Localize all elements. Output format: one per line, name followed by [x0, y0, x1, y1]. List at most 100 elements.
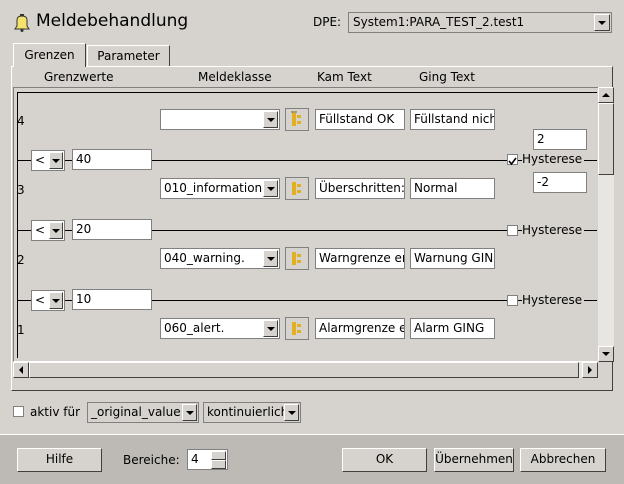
kam-text-input-1[interactable]: Alarmgrenze e [315, 318, 405, 339]
operator-select-2[interactable]: < [31, 220, 65, 241]
chevron-down-icon [52, 158, 60, 163]
hysterese-label-3: Hysterese [522, 293, 585, 307]
arrow-down-icon [602, 352, 610, 356]
scroll-right-button[interactable] [582, 362, 598, 378]
operator-value-3: < [35, 293, 46, 307]
limit-value-input-2[interactable]: 20 [72, 219, 152, 240]
range-index-1: 1 [17, 323, 25, 337]
ging-text-input-2[interactable]: Warnung GING [410, 248, 495, 269]
meldeklasse-dropdown-3[interactable] [263, 180, 278, 197]
operator-dropdown-2[interactable] [49, 222, 63, 239]
chevron-down-icon [52, 298, 60, 303]
meldeklasse-dropdown-2[interactable] [263, 250, 278, 267]
ging-text-input-4[interactable]: Füllstand nich [410, 109, 495, 130]
limit-value-input-3[interactable]: 10 [72, 289, 152, 310]
tab-grenzen[interactable]: Grenzen [13, 43, 86, 67]
range-index-3: 3 [17, 183, 25, 197]
checkmark-icon [508, 157, 517, 166]
class-edit-button-4[interactable] [285, 108, 309, 131]
tab-parameter[interactable]: Parameter [87, 45, 170, 66]
meldeklasse-select-4[interactable] [160, 109, 280, 130]
dpe-dropdown-button[interactable] [594, 14, 610, 31]
scroll-thumb-horizontal[interactable] [29, 362, 579, 378]
hysterese-checkbox-1[interactable] [507, 154, 518, 166]
chevron-down-icon [266, 256, 275, 261]
hysterese-label-2: Hysterese [522, 223, 585, 237]
range-top-line [17, 92, 597, 93]
hysterese-lower-input-1[interactable]: -2 [533, 172, 587, 193]
meldeklasse-dropdown-4[interactable] [263, 111, 278, 128]
chevron-down-icon [287, 410, 296, 415]
bereiche-label: Bereiche: [123, 453, 180, 467]
class-edit-button-1[interactable] [285, 317, 309, 340]
class-edit-icon [292, 322, 301, 335]
ging-text-input-1[interactable]: Alarm GING [410, 318, 495, 339]
arrow-up-icon [602, 93, 610, 97]
mode-select[interactable]: kontinuierlich [203, 402, 301, 423]
hysterese-upper-input-1[interactable]: 2 [533, 129, 587, 150]
class-edit-button-3[interactable] [285, 177, 309, 200]
cancel-button[interactable]: Abbrechen [520, 448, 606, 472]
scroll-up-button[interactable] [598, 87, 614, 103]
kam-text-input-3[interactable]: Überschritten: [315, 178, 405, 199]
spin-down-icon [212, 467, 225, 470]
column-header-grenzwerte: Grenzwerte [44, 70, 114, 84]
dpe-select-value: System1:PARA_TEST_2.test1 [353, 15, 525, 29]
limit-value-input-1[interactable]: 40 [72, 149, 152, 170]
column-header-meldeklasse: Meldeklasse [198, 70, 272, 84]
hysterese-label-1: Hysterese [522, 152, 585, 166]
class-edit-button-2[interactable] [285, 247, 309, 270]
arrow-right-icon [588, 366, 592, 374]
alarm-handling-icon [14, 12, 30, 32]
hysterese-checkbox-2[interactable] [507, 225, 518, 236]
scroll-thumb-vertical[interactable] [598, 103, 614, 175]
meldeklasse-value-3: 010_information. [164, 181, 266, 195]
kam-text-input-4[interactable]: Füllstand OK [315, 109, 405, 130]
page-title: Meldebehandlung [36, 11, 189, 31]
tab-grenzen-label: Grenzen [24, 48, 75, 62]
spin-up-button[interactable] [211, 451, 226, 463]
operator-dropdown-3[interactable] [49, 292, 63, 309]
class-edit-icon [292, 182, 301, 195]
class-edit-icon [292, 252, 301, 265]
operator-select-3[interactable]: < [31, 290, 65, 311]
aktiv-fuer-label: aktiv für [30, 405, 81, 419]
dpe-label: DPE: [313, 15, 342, 29]
mode-value: kontinuierlich [207, 405, 289, 419]
tab-parameter-label: Parameter [97, 49, 160, 63]
operator-dropdown-1[interactable] [49, 152, 63, 169]
kam-text-input-2[interactable]: Warngrenze er [315, 248, 405, 269]
operator-value-1: < [35, 153, 46, 167]
mode-dropdown[interactable] [284, 404, 299, 421]
chevron-down-icon [185, 410, 194, 415]
range-axis-line [17, 92, 18, 358]
ok-button[interactable]: OK [342, 448, 427, 472]
value-source-value: _original_value [91, 405, 181, 419]
aktiv-fuer-checkbox[interactable] [13, 406, 24, 417]
hysterese-checkbox-3[interactable] [507, 295, 518, 306]
bereiche-spinbox[interactable]: 4 [187, 449, 228, 470]
chevron-down-icon [266, 186, 275, 191]
meldeklasse-select-3[interactable]: 010_information. [160, 178, 280, 199]
chevron-down-icon [266, 117, 275, 122]
arrow-left-icon [19, 366, 23, 374]
scroll-left-button[interactable] [13, 362, 29, 378]
value-source-select[interactable]: _original_value [87, 402, 199, 423]
meldeklasse-value-1: 060_alert. [164, 321, 225, 335]
dpe-select[interactable]: System1:PARA_TEST_2.test1 [348, 12, 612, 33]
column-header-kam-text: Kam Text [317, 70, 372, 84]
operator-select-1[interactable]: < [31, 150, 65, 171]
scroll-down-button[interactable] [598, 346, 614, 362]
apply-button[interactable]: Übernehmen [434, 448, 514, 472]
meldeklasse-select-1[interactable]: 060_alert. [160, 318, 280, 339]
ging-text-input-3[interactable]: Normal [410, 178, 495, 199]
operator-value-2: < [35, 223, 46, 237]
range-index-2: 2 [17, 253, 25, 267]
range-index-4: 4 [17, 114, 25, 128]
meldeklasse-dropdown-1[interactable] [263, 320, 278, 337]
meldeklasse-select-2[interactable]: 040_warning. [160, 248, 280, 269]
chevron-down-icon [598, 20, 606, 25]
help-button[interactable]: Hilfe [17, 448, 102, 472]
spin-down-button[interactable] [211, 460, 226, 469]
value-source-dropdown[interactable] [182, 404, 197, 421]
